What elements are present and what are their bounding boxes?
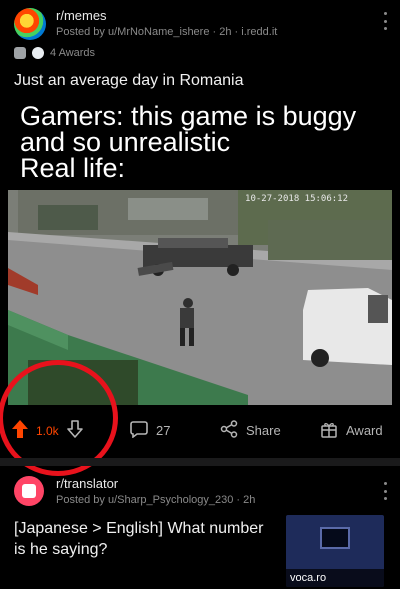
meme-caption: Gamers: this game is buggy and so unreal…	[20, 101, 357, 183]
post-thumbnail[interactable]: voca.ro	[286, 515, 384, 587]
subreddit-name[interactable]: r/translator	[56, 476, 118, 491]
post-title[interactable]: [Japanese > English] What number is he s…	[14, 518, 274, 560]
share-label: Share	[246, 423, 281, 438]
video-timestamp: 10-27-2018 15:06:12	[245, 194, 348, 204]
more-options-icon[interactable]	[382, 482, 388, 500]
post-divider	[0, 458, 400, 466]
awards-row[interactable]: 4 Awards	[14, 47, 95, 59]
comments-button[interactable]: 27	[130, 420, 170, 441]
more-options-icon[interactable]	[382, 12, 388, 30]
comment-icon	[130, 420, 148, 441]
gift-icon	[320, 420, 338, 441]
award-button[interactable]: Award	[320, 420, 383, 441]
post-meta: Posted by u/MrNoName_ishere · 2h · i.red…	[56, 26, 278, 38]
next-post-card[interactable]: r/translator Posted by u/Sharp_Psycholog…	[0, 468, 400, 589]
thumbnail-domain: voca.ro	[286, 569, 384, 587]
comment-count: 27	[156, 423, 171, 438]
award-icon	[14, 47, 26, 59]
awards-count: 4 Awards	[50, 47, 96, 59]
subreddit-avatar[interactable]	[14, 8, 46, 40]
post-meta: Posted by u/Sharp_Psychology_230 · 2h	[56, 494, 256, 506]
award-label: Award	[346, 423, 383, 438]
subreddit-name[interactable]: r/memes	[56, 8, 107, 23]
post-title[interactable]: Just an average day in Romania	[14, 72, 243, 90]
award-icon	[32, 47, 44, 59]
subreddit-avatar[interactable]	[14, 476, 44, 506]
share-icon	[220, 420, 238, 441]
screen-icon	[320, 527, 350, 549]
share-button[interactable]: Share	[220, 420, 281, 441]
post-header: r/memes Posted by u/MrNoName_ishere · 2h…	[0, 0, 400, 70]
